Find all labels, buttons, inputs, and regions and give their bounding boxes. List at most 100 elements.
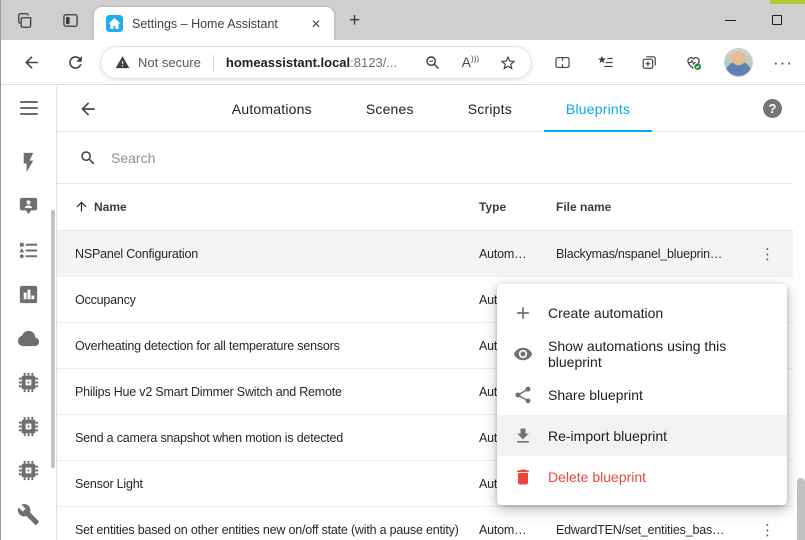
browser-essentials-icon[interactable] (684, 53, 703, 72)
not-secure-warning-icon (115, 55, 130, 70)
favorite-star-icon[interactable] (499, 54, 517, 72)
zoom-out-icon[interactable] (424, 54, 442, 72)
menu-item-delete-blueprint[interactable]: Delete blueprint (497, 456, 787, 497)
window-minimize-button[interactable] (709, 0, 751, 40)
sort-ascending-icon[interactable] (74, 199, 89, 214)
search-input[interactable] (109, 149, 793, 167)
chip-icon (17, 459, 40, 482)
chip-icon (17, 371, 40, 394)
tab-title: Settings – Home Assistant (132, 17, 307, 31)
row-file-name: EdwardTEN/set_entities_bas… (556, 523, 724, 537)
sidebar-item-badge[interactable] (1, 184, 56, 228)
workspace-icon[interactable] (61, 11, 80, 30)
menu-item-label: Re-import blueprint (548, 428, 667, 444)
window-maximize-button[interactable] (756, 0, 798, 40)
menu-item-share-blueprint[interactable]: Share blueprint (497, 374, 787, 415)
row-name: Sensor Light (75, 477, 143, 491)
menu-item-label: Share blueprint (548, 387, 643, 403)
browser-tab[interactable]: Settings – Home Assistant ✕ (94, 7, 334, 40)
sidebar-menu-icon[interactable] (20, 101, 38, 119)
sidebar-item-tools[interactable] (1, 492, 56, 536)
column-header-type[interactable]: Type (479, 200, 506, 214)
sidebar-item-logbook[interactable] (1, 228, 56, 272)
search-bar (57, 132, 793, 184)
tab-blueprints[interactable]: Blueprints (544, 86, 652, 132)
tab-scenes[interactable]: Scenes (344, 86, 436, 132)
ha-sidebar (1, 86, 57, 540)
cloud-icon (17, 327, 40, 350)
row-overflow-menu-icon[interactable]: ⋮ (754, 519, 781, 540)
menu-item-label: Show automations using this blueprint (548, 338, 771, 370)
table-row[interactable]: Set entities based on other entities new… (57, 507, 793, 540)
security-label: Not secure (138, 55, 201, 70)
import-icon (513, 426, 533, 446)
url-host: homeassistant.local (226, 55, 350, 70)
page-scrollbar[interactable] (797, 478, 805, 540)
row-name: Send a camera snapshot when motion is de… (75, 431, 343, 445)
menu-item-label: Delete blueprint (548, 469, 646, 485)
tab-close-icon[interactable]: ✕ (307, 15, 325, 33)
table-row[interactable]: NSPanel Configuration Autom… Blackymas/n… (57, 231, 793, 277)
sidebar-item-cloud[interactable] (1, 316, 56, 360)
help-icon[interactable]: ? (763, 99, 782, 118)
row-overflow-menu-icon[interactable]: ⋮ (754, 243, 781, 265)
blueprint-context-menu: Create automation Show automations using… (497, 284, 787, 505)
row-type: Autom… (479, 247, 526, 261)
share-icon (513, 385, 533, 405)
menu-item-show-automations[interactable]: Show automations using this blueprint (497, 333, 787, 374)
bar-chart-icon (17, 283, 40, 306)
row-type: Autom… (479, 523, 526, 537)
delete-icon (513, 467, 533, 487)
wrench-icon (17, 503, 40, 526)
search-icon[interactable] (79, 149, 97, 167)
sidebar-scrollbar[interactable] (51, 210, 55, 468)
row-name: NSPanel Configuration (75, 247, 198, 261)
row-name: Overheating detection for all temperatur… (75, 339, 340, 353)
row-name: Philips Hue v2 Smart Dimmer Switch and R… (75, 385, 342, 399)
split-screen-icon[interactable] (553, 53, 572, 72)
column-header-name[interactable]: Name (94, 200, 127, 214)
ha-back-icon[interactable] (78, 99, 98, 119)
chip-icon (17, 415, 40, 438)
column-header-file-name[interactable]: File name (556, 200, 611, 214)
eye-icon (513, 344, 533, 364)
browser-window: Settings – Home Assistant ✕ + Not secure… (0, 0, 805, 540)
row-file-name: Blackymas/nspanel_blueprin… (556, 247, 722, 261)
tab-scripts[interactable]: Scripts (446, 86, 534, 132)
home-assistant-favicon (106, 15, 123, 32)
sidebar-item-history[interactable] (1, 272, 56, 316)
menu-item-create-automation[interactable]: Create automation (497, 292, 787, 333)
ha-nav-tabs: Automations Scenes Scripts Blueprints (210, 86, 652, 132)
sidebar-item-device-1[interactable] (1, 360, 56, 404)
new-tab-button[interactable]: + (343, 8, 366, 34)
menu-item-label: Create automation (548, 305, 663, 321)
green-accent-strip (770, 0, 805, 4)
table-header: Name Type File name (57, 184, 793, 231)
row-name: Set entities based on other entities new… (75, 523, 459, 537)
page-content: Automations Scenes Scripts Blueprints ? … (1, 86, 805, 540)
plus-icon (513, 303, 533, 323)
address-divider (213, 55, 214, 71)
tab-automations[interactable]: Automations (210, 86, 334, 132)
row-name: Occupancy (75, 293, 136, 307)
favorites-icon[interactable] (596, 53, 615, 72)
menu-item-reimport-blueprint[interactable]: Re-import blueprint (497, 415, 787, 456)
ha-main: Automations Scenes Scripts Blueprints ? … (57, 86, 805, 540)
logbook-list-icon (17, 239, 40, 262)
ha-header: Automations Scenes Scripts Blueprints ? (57, 86, 805, 132)
profile-avatar[interactable] (724, 48, 753, 77)
maximize-icon (772, 15, 782, 25)
url-path: :8123/... (350, 55, 397, 70)
refresh-icon[interactable] (66, 53, 85, 72)
tab-stacks-icon[interactable] (16, 11, 35, 30)
lightning-bolt-icon (17, 151, 40, 174)
address-bar[interactable]: Not secure homeassistant.local :8123/...… (100, 46, 532, 79)
browser-menu-icon[interactable]: ··· (773, 53, 793, 73)
sidebar-item-device-2[interactable] (1, 404, 56, 448)
collections-icon[interactable] (640, 53, 659, 72)
browser-titlebar: Settings – Home Assistant ✕ + (1, 0, 805, 40)
sidebar-item-device-3[interactable] (1, 448, 56, 492)
sidebar-item-energy[interactable] (1, 140, 56, 184)
read-aloud-icon[interactable]: A))) (462, 54, 479, 72)
browser-back-icon[interactable] (22, 53, 41, 72)
